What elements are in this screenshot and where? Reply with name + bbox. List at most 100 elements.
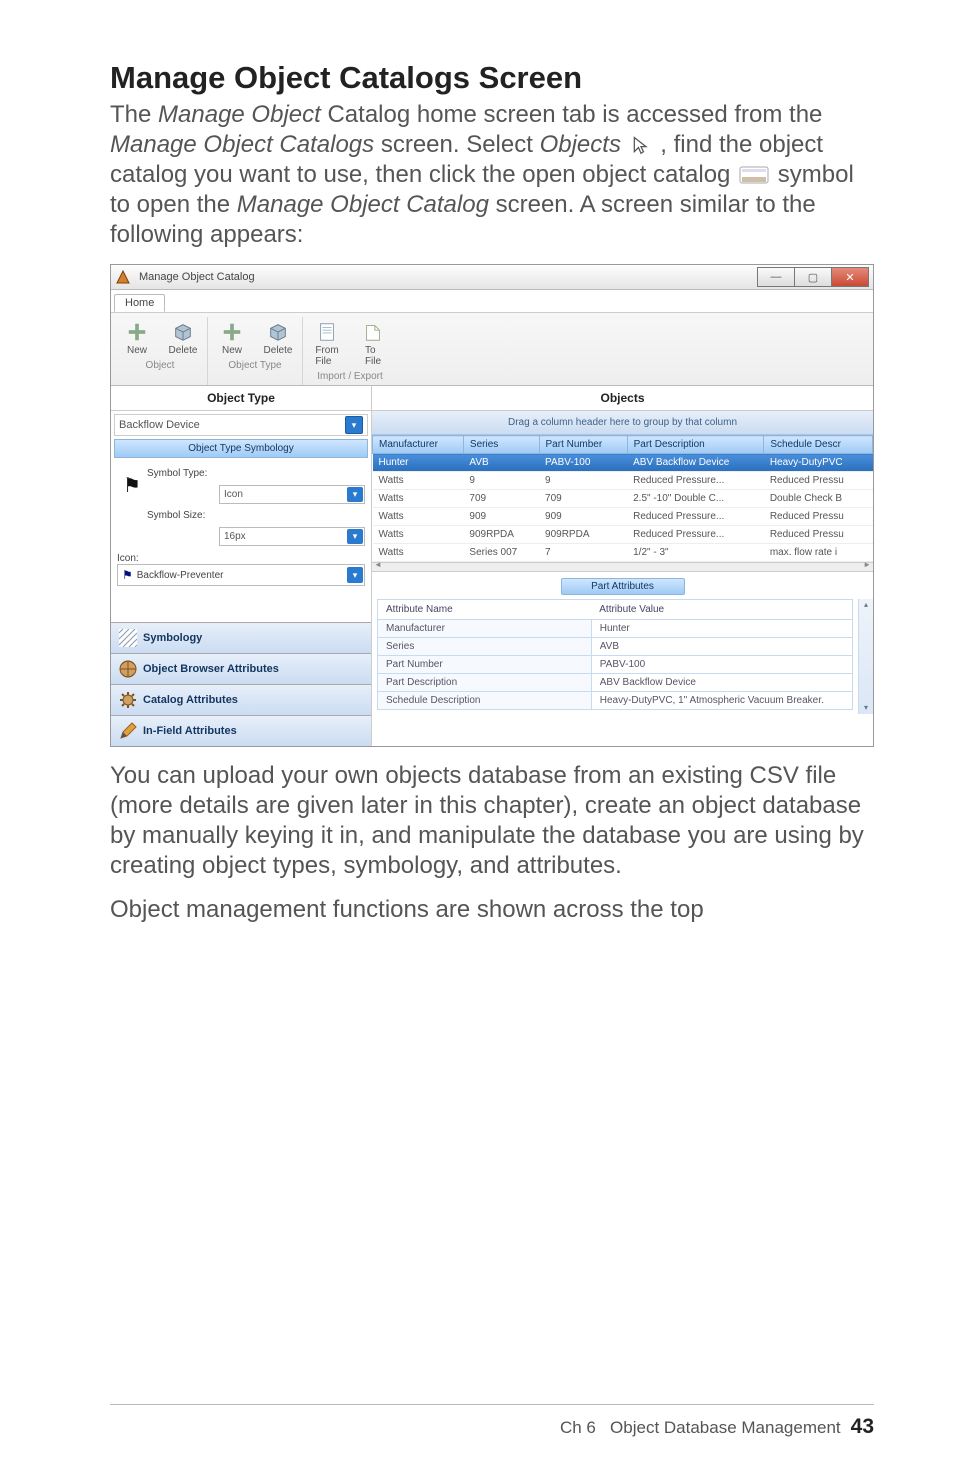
attr-row[interactable]: Schedule DescriptionHeavy-DutyPVC, 1" At… [378, 692, 853, 710]
nav-in-field-attributes[interactable]: In-Field Attributes [111, 715, 371, 746]
label: In-Field Attributes [143, 725, 237, 737]
plus-icon [219, 319, 245, 345]
page-heading: Manage Object Catalogs Screen [110, 60, 874, 96]
object-type-value: Backflow Device [119, 419, 341, 431]
label: New [127, 345, 147, 356]
left-panel: Object Type Backflow Device ▾ Object Typ… [111, 386, 372, 746]
attr-row[interactable]: SeriesAVB [378, 638, 853, 656]
globe-icon [119, 660, 137, 678]
cell: Hunter [373, 454, 464, 472]
dropdown-icon[interactable]: ▾ [347, 487, 363, 502]
cell: Watts [373, 472, 464, 490]
cell: Series 007 [463, 544, 539, 562]
col-manufacturer[interactable]: Manufacturer [373, 436, 464, 454]
nav-object-browser-attributes[interactable]: Object Browser Attributes [111, 653, 371, 684]
hatch-icon [119, 629, 137, 647]
table-row[interactable]: Watts99Reduced Pressure...Reduced Pressu [373, 472, 873, 490]
delete-object-type-button[interactable]: Delete [256, 317, 300, 358]
objects-grid[interactable]: Manufacturer Series Part Number Part Des… [372, 435, 873, 572]
cell: max. flow rate i [764, 544, 873, 562]
attr-value: ABV Backflow Device [591, 674, 852, 692]
table-row[interactable]: Hunter AVB PABV-100 ABV Backflow Device … [373, 454, 873, 472]
new-object-button[interactable]: New [115, 317, 159, 358]
cell: 909RPDA [463, 526, 539, 544]
attr-name: Part Description [378, 674, 592, 692]
cell: Watts [373, 508, 464, 526]
dropdown-icon[interactable]: ▾ [347, 529, 363, 544]
footer-page: 43 [851, 1415, 874, 1438]
cell: 909 [539, 508, 627, 526]
cell: 7 [539, 544, 627, 562]
table-row[interactable]: Watts909RPDA909RPDAReduced Pressure...Re… [373, 526, 873, 544]
footer-title: Object Database Management [610, 1418, 841, 1437]
attr-row[interactable]: ManufacturerHunter [378, 620, 853, 638]
label: Symbology [143, 632, 202, 644]
cell: 909 [463, 508, 539, 526]
grid-header-row[interactable]: Manufacturer Series Part Number Part Des… [373, 436, 873, 454]
close-button[interactable]: ✕ [831, 267, 869, 287]
maximize-button[interactable]: ▢ [794, 267, 832, 287]
col-schedule-descr[interactable]: Schedule Descr [764, 436, 873, 454]
icon-select[interactable]: ⚑ Backflow-Preventer ▾ [117, 564, 365, 586]
table-row[interactable]: Watts909909Reduced Pressure...Reduced Pr… [373, 508, 873, 526]
minimize-button[interactable]: — [757, 267, 795, 287]
symbol-size-select[interactable]: 16px ▾ [219, 527, 365, 546]
symbol-type-select[interactable]: Icon▾ [219, 485, 365, 504]
dropdown-icon[interactable]: ▾ [347, 567, 363, 583]
new-object-type-button[interactable]: New [210, 317, 254, 358]
part-attributes-header: Part Attributes [561, 578, 685, 595]
tabstrip: Home [111, 290, 873, 313]
label: Delete [264, 345, 293, 356]
flag-preview-icon: ⚑ [123, 475, 141, 497]
export-file-icon [360, 319, 386, 345]
delete-object-button[interactable]: Delete [161, 317, 205, 358]
col-series[interactable]: Series [463, 436, 539, 454]
pencil-icon [119, 722, 137, 740]
vertical-scrollbar[interactable]: ▴ ▾ [858, 599, 873, 714]
tab-home[interactable]: Home [114, 294, 165, 312]
cell: PABV-100 [539, 454, 627, 472]
cell: Double Check B [764, 490, 873, 508]
symbol-size-label: Symbol Size: [147, 510, 219, 521]
attr-row[interactable]: Part NumberPABV-100 [378, 656, 853, 674]
cell: Reduced Pressu [764, 472, 873, 490]
group-hint[interactable]: Drag a column header here to group by th… [372, 411, 873, 435]
txt-em: Objects [540, 131, 621, 158]
attr-row[interactable]: Part DescriptionABV Backflow Device [378, 674, 853, 692]
intro-paragraph: The Manage Object Catalog home screen ta… [110, 100, 874, 250]
window-title: Manage Object Catalog [135, 271, 758, 283]
export-to-file-button[interactable]: To File [351, 317, 395, 369]
txt-em: Manage Object Catalogs [110, 131, 374, 158]
object-type-symbology-header: Object Type Symbology [114, 439, 368, 458]
object-type-select[interactable]: Backflow Device ▾ [114, 414, 368, 436]
txt-em: Manage Object [158, 101, 321, 128]
table-row[interactable]: Watts7097092.5" -10" Double C...Double C… [373, 490, 873, 508]
table-row[interactable]: WattsSeries 00771/2" - 3"max. flow rate … [373, 544, 873, 562]
nav-symbology[interactable]: Symbology [111, 622, 371, 653]
label: Catalog Attributes [143, 694, 238, 706]
cell: Watts [373, 490, 464, 508]
label: From File [315, 345, 338, 367]
value: 16px [224, 531, 246, 542]
cube-delete-icon [170, 319, 196, 345]
cell: Reduced Pressure... [627, 472, 764, 490]
nav-stack: Symbology Object Browser Attributes Cata… [111, 622, 371, 746]
col-part-number[interactable]: Part Number [539, 436, 627, 454]
dropdown-icon[interactable]: ▾ [345, 416, 363, 434]
cell: 9 [463, 472, 539, 490]
flag-icon: ⚑ [122, 568, 133, 582]
col-part-description[interactable]: Part Description [627, 436, 764, 454]
nav-catalog-attributes[interactable]: Catalog Attributes [111, 684, 371, 715]
ribbon-group-label: Object [146, 358, 175, 374]
icon-label: Icon: [117, 553, 365, 564]
txt-em: Manage Object Catalog [237, 191, 489, 218]
import-file-icon [314, 319, 340, 345]
txt: The [110, 101, 158, 128]
horizontal-scrollbar[interactable] [372, 562, 873, 571]
cell: Reduced Pressu [764, 508, 873, 526]
cursor-icon [630, 133, 652, 153]
part-attributes-table[interactable]: Attribute Name Attribute Value Manufactu… [377, 599, 853, 710]
import-from-file-button[interactable]: From File [305, 317, 349, 369]
cell: 909RPDA [539, 526, 627, 544]
page-footer: Ch 6 Object Database Management43 [560, 1415, 874, 1439]
